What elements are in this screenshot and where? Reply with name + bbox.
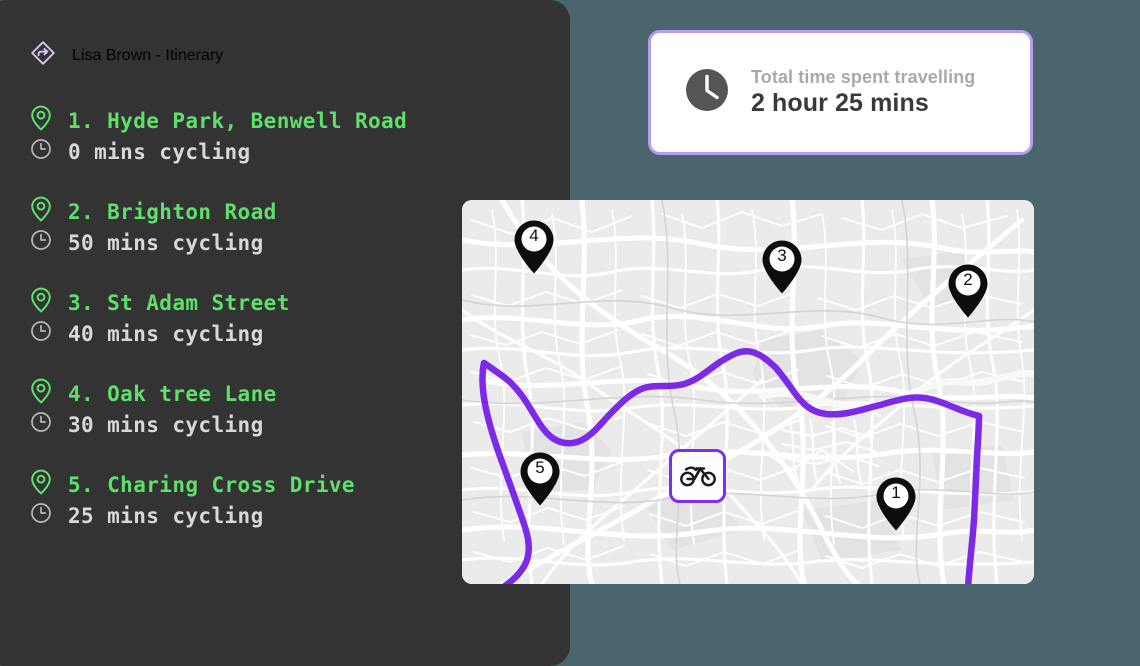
stop-duration: 30 mins cycling (68, 412, 264, 437)
stop-name: 3. St Adam Street (68, 290, 290, 315)
stop-item[interactable]: 1. Hyde Park, Benwell Road 0 mins cyclin… (30, 105, 570, 167)
map-pin-icon (30, 105, 52, 136)
stop-duration: 40 mins cycling (68, 321, 264, 346)
stop-duration: 25 mins cycling (68, 503, 264, 528)
travel-mode-badge[interactable] (669, 449, 726, 503)
map-pin-icon (30, 378, 52, 409)
map-marker-4[interactable]: 4 (513, 219, 555, 275)
map-pin-icon (30, 469, 52, 500)
total-time-value: 2 hour 25 mins (751, 89, 929, 117)
total-time-label: Total time spent travelling (751, 67, 976, 87)
stop-name-row: 1. Hyde Park, Benwell Road (30, 105, 570, 136)
clock-outline-icon (30, 229, 52, 256)
clock-outline-icon (30, 502, 52, 529)
clock-outline-icon (30, 138, 52, 165)
map-pin-icon (30, 196, 52, 227)
clock-outline-icon (30, 411, 52, 438)
total-time-text: Total time spent travelling 2 hour 25 mi… (751, 67, 975, 118)
itinerary-header: Lisa Brown - Itinerary (30, 40, 570, 71)
stop-name: 4. Oak tree Lane (68, 381, 277, 406)
stop-name: 5. Charing Cross Drive (68, 472, 355, 497)
stop-name: 2. Brighton Road (68, 199, 277, 224)
map-marker-3[interactable]: 3 (761, 239, 803, 295)
clock-icon (683, 66, 731, 119)
stop-duration: 0 mins cycling (68, 139, 251, 164)
clock-outline-icon (30, 320, 52, 347)
total-time-card: Total time spent travelling 2 hour 25 mi… (648, 30, 1033, 155)
stop-name: 1. Hyde Park, Benwell Road (68, 108, 408, 133)
map-marker-2[interactable]: 2 (947, 263, 989, 319)
stop-duration: 50 mins cycling (68, 230, 264, 255)
route-sign-icon (30, 40, 56, 71)
map-marker-5[interactable]: 5 (519, 451, 561, 507)
map-marker-1[interactable]: 1 (875, 476, 917, 532)
map-pin-icon (30, 287, 52, 318)
screen-root: Lisa Brown - Itinerary 1. Hyde Park, Ben… (0, 0, 1140, 666)
stop-duration-row: 0 mins cycling (30, 136, 570, 167)
bicycle-icon (679, 461, 716, 492)
itinerary-title: Lisa Brown - Itinerary (72, 46, 224, 64)
